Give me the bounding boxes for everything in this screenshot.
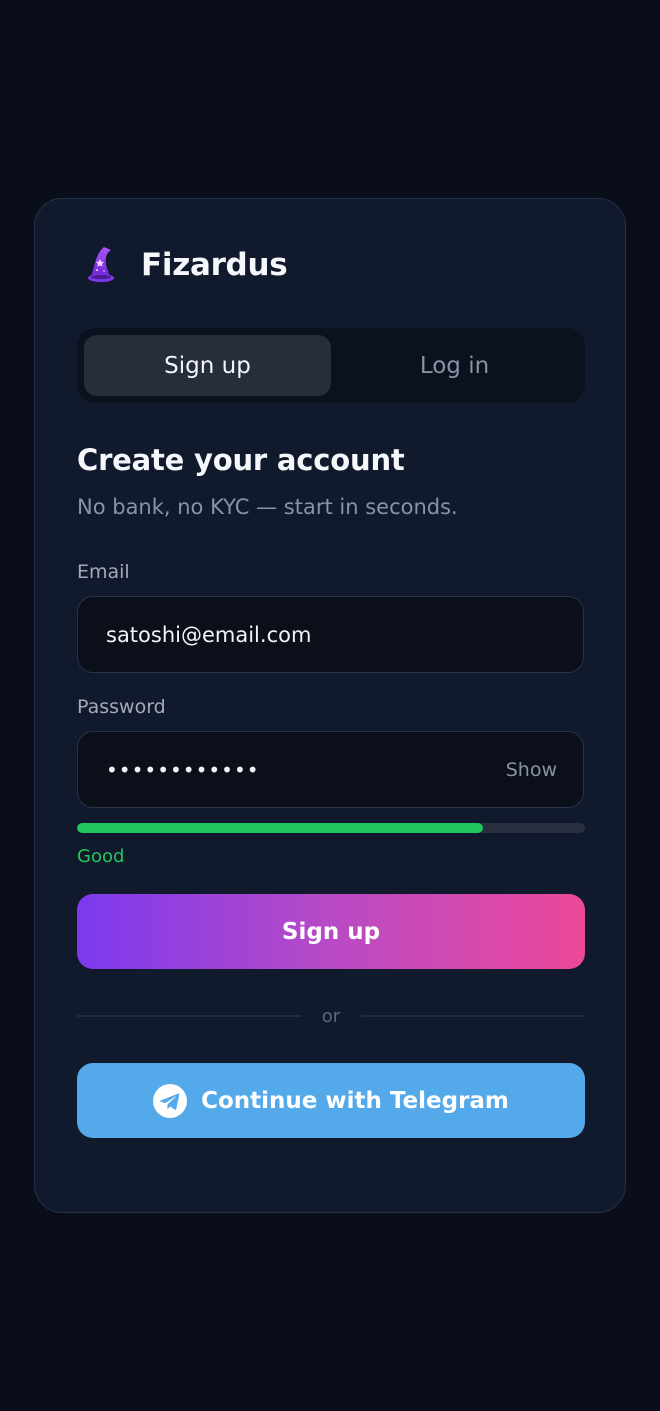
email-field-wrapper	[77, 596, 584, 673]
password-strength-meter	[77, 823, 585, 833]
tab-log-in[interactable]: Log in	[331, 335, 578, 396]
telegram-icon	[153, 1083, 188, 1118]
divider-text: or	[321, 1005, 341, 1027]
telegram-login-button[interactable]: Continue with Telegram	[77, 1063, 585, 1138]
telegram-button-label: Continue with Telegram	[201, 1087, 509, 1114]
email-label: Email	[77, 561, 130, 583]
signup-card: Fizardus Sign up Log in Create your acco…	[34, 198, 626, 1213]
password-strength-fill	[77, 823, 484, 833]
password-label: Password	[77, 696, 166, 718]
wizard-hat-icon	[88, 247, 114, 282]
password-strength-label: Good	[77, 846, 125, 867]
divider-line-left	[77, 1015, 301, 1017]
or-divider: or	[77, 1001, 585, 1031]
form-heading: Create your account	[77, 443, 405, 477]
email-field[interactable]	[78, 597, 583, 672]
password-field-wrapper: Show	[77, 731, 584, 808]
tab-sign-up[interactable]: Sign up	[84, 335, 331, 396]
divider-line-right	[361, 1015, 585, 1017]
brand-name: Fizardus	[141, 247, 288, 283]
show-password-button[interactable]: Show	[506, 732, 557, 807]
auth-tabs: Sign up Log in	[77, 328, 585, 403]
brand: Fizardus	[79, 243, 288, 287]
sign-up-button[interactable]: Sign up	[77, 894, 585, 969]
form-subheading: No bank, no KYC — start in seconds.	[77, 495, 458, 519]
